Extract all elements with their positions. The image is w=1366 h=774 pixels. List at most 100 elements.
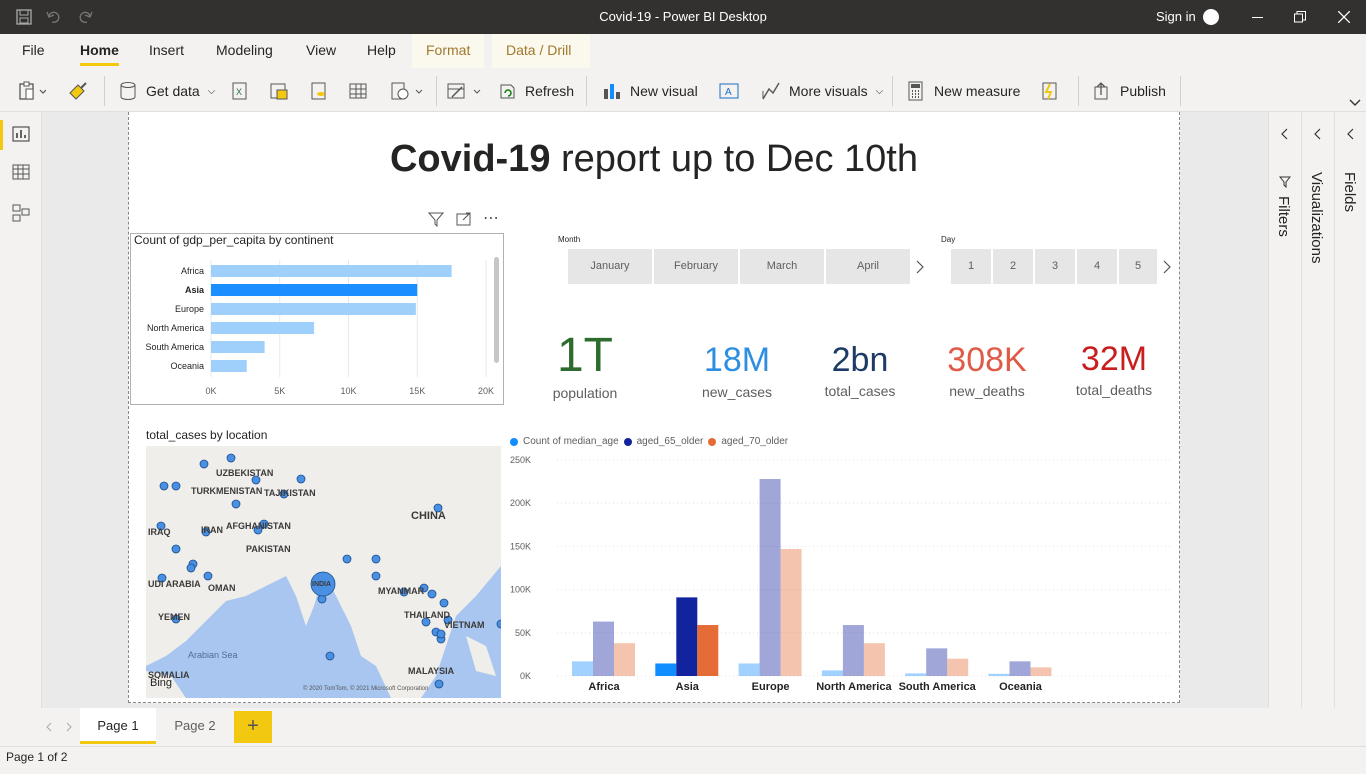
model-view-icon[interactable] — [12, 204, 30, 222]
column-south-america-2[interactable] — [926, 648, 948, 676]
location-bubble[interactable] — [427, 589, 437, 599]
column-europe-1[interactable] — [738, 663, 760, 676]
column-africa-3[interactable] — [614, 643, 635, 676]
bar-oceania[interactable] — [211, 360, 247, 372]
tab-modeling[interactable]: Modeling — [216, 42, 273, 58]
location-bubble[interactable] — [226, 453, 236, 463]
focus-mode-icon[interactable] — [456, 211, 472, 227]
column-asia-3[interactable] — [697, 625, 719, 676]
location-bubble[interactable] — [371, 571, 381, 581]
page-tab-1[interactable]: Page 1 — [80, 708, 156, 744]
bar-europe[interactable] — [211, 303, 416, 315]
collapse-ribbon-icon[interactable] — [1349, 99, 1361, 107]
tab-format[interactable]: Format — [412, 34, 485, 68]
visualizations-pane[interactable]: Visualizations — [1301, 112, 1334, 708]
location-bubble[interactable] — [436, 629, 446, 639]
month-option-january[interactable]: January — [568, 249, 652, 284]
column-south-america-3[interactable] — [947, 658, 969, 676]
add-page-button[interactable]: + — [234, 711, 272, 743]
close-icon[interactable] — [1338, 11, 1350, 23]
filters-pane[interactable]: Filters — [1268, 112, 1301, 708]
location-bubble[interactable] — [231, 499, 241, 509]
get-data-button[interactable]: Get data ⌵ — [118, 80, 215, 102]
month-option-february[interactable]: February — [654, 249, 738, 284]
location-bubble[interactable] — [296, 474, 306, 484]
paste-button[interactable] — [18, 80, 46, 102]
column-south-america-1[interactable] — [905, 673, 927, 676]
bar-asia[interactable] — [211, 284, 418, 296]
text-box-button[interactable]: A — [719, 80, 739, 102]
location-bubble[interactable] — [342, 554, 352, 564]
chevron-left-icon[interactable] — [1346, 128, 1354, 140]
location-bubble[interactable] — [171, 544, 181, 554]
format-painter-button[interactable] — [68, 80, 88, 102]
tab-insert[interactable]: Insert — [149, 42, 184, 58]
column-north-america-1[interactable] — [821, 670, 843, 676]
location-bubble[interactable] — [371, 554, 381, 564]
more-visuals-button[interactable]: More visuals ⌵ — [761, 80, 883, 102]
column-asia-1[interactable] — [655, 663, 677, 676]
column-europe-2[interactable] — [759, 479, 781, 676]
location-bubble[interactable] — [325, 651, 335, 661]
column-oceania-2[interactable] — [1009, 661, 1031, 676]
new-measure-button[interactable]: New measure — [906, 80, 1020, 102]
location-bubble[interactable] — [496, 619, 501, 629]
location-bubble[interactable] — [159, 481, 169, 491]
quick-measure-button[interactable] — [1040, 80, 1060, 102]
chevron-right-icon[interactable] — [915, 260, 925, 274]
sign-in-link[interactable]: Sign in — [1156, 9, 1196, 24]
location-bubble[interactable] — [171, 481, 181, 491]
column-africa-2[interactable] — [593, 621, 614, 676]
day-option-3[interactable]: 3 — [1035, 249, 1075, 284]
minimize-icon[interactable] — [1252, 17, 1263, 18]
chevron-right-icon[interactable] — [66, 722, 72, 732]
chevron-left-icon[interactable] — [1313, 128, 1321, 140]
day-option-5[interactable]: 5 — [1119, 249, 1157, 284]
location-map[interactable]: UZBEKISTAN TURKMENISTAN TAJIKISTAN AFGHANIS… — [146, 446, 501, 698]
location-bubble[interactable] — [434, 679, 444, 689]
column-north-america-2[interactable] — [842, 625, 864, 676]
column-asia-2[interactable] — [676, 597, 698, 676]
dataset-button[interactable] — [269, 80, 289, 102]
day-option-4[interactable]: 4 — [1077, 249, 1117, 284]
data-view-icon[interactable] — [12, 164, 30, 180]
refresh-button[interactable]: Refresh — [497, 80, 574, 102]
column-north-america-3[interactable] — [863, 643, 885, 676]
enter-data-button[interactable] — [348, 80, 368, 102]
bar-africa[interactable] — [211, 265, 452, 277]
location-bubble[interactable] — [186, 563, 196, 573]
bar-north-america[interactable] — [211, 322, 315, 334]
location-bubble[interactable] — [439, 598, 449, 608]
day-option-2[interactable]: 2 — [993, 249, 1033, 284]
tab-file[interactable]: File — [22, 42, 45, 58]
column-oceania-1[interactable] — [988, 673, 1010, 676]
transform-data-button[interactable] — [446, 80, 484, 102]
month-option-april[interactable]: April — [826, 249, 910, 284]
location-bubble[interactable] — [199, 459, 209, 469]
excel-button[interactable]: X — [230, 80, 250, 102]
chevron-right-icon[interactable] — [1162, 260, 1172, 274]
tab-view[interactable]: View — [306, 42, 336, 58]
day-option-1[interactable]: 1 — [951, 249, 991, 284]
more-options-icon[interactable]: ⋯ — [483, 208, 500, 228]
tab-home[interactable]: Home — [80, 42, 119, 66]
location-bubble[interactable] — [203, 571, 213, 581]
report-view-icon[interactable] — [12, 126, 30, 142]
filter-icon[interactable] — [428, 211, 444, 227]
publish-button[interactable]: Publish — [1092, 80, 1166, 102]
chevron-left-icon[interactable] — [46, 722, 52, 732]
column-europe-3[interactable] — [780, 548, 802, 676]
new-visual-button[interactable]: New visual — [602, 80, 698, 102]
page-tab-2[interactable]: Page 2 — [158, 708, 232, 744]
fields-pane[interactable]: Fields — [1334, 112, 1366, 708]
column-africa-1[interactable] — [572, 661, 593, 676]
recent-sources-button[interactable] — [390, 80, 424, 102]
chevron-left-icon[interactable] — [1280, 128, 1288, 140]
tab-help[interactable]: Help — [367, 42, 396, 58]
column-oceania-3[interactable] — [1030, 667, 1052, 676]
restore-icon[interactable] — [1294, 11, 1306, 23]
tab-data-drill[interactable]: Data / Drill — [492, 34, 590, 68]
bar-south-america[interactable] — [211, 341, 265, 353]
month-option-march[interactable]: March — [740, 249, 824, 284]
avatar[interactable] — [1203, 9, 1219, 25]
